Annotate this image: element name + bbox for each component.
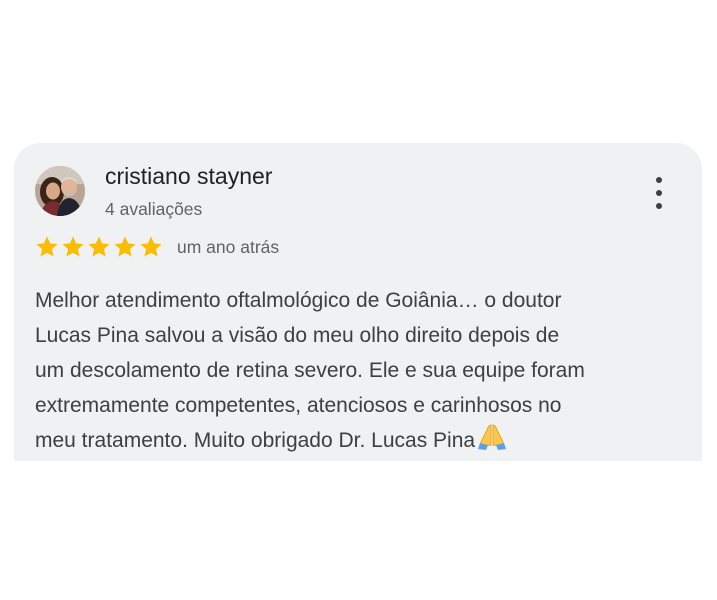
review-text-line: extremamente competentes, atenciosos e c…	[35, 394, 562, 417]
review-count: 4 avaliações	[105, 199, 203, 219]
review-text-line: Lucas Pina salvou a visão do meu olho di…	[35, 324, 560, 347]
review-text-line: um descolamento de retina severo. Ele e …	[35, 359, 585, 382]
star-icon	[139, 235, 163, 259]
review-date: um ano atrás	[177, 236, 280, 257]
review-text-line-content: meu tratamento. Muito obrigado Dr. Lucas…	[35, 429, 476, 452]
more-options-button[interactable]	[647, 173, 671, 213]
folded-hands-emoji	[476, 423, 508, 451]
more-vert-icon	[656, 203, 662, 209]
review-text-line: Melhor atendimento oftalmológico de Goiâ…	[35, 289, 562, 312]
more-vert-icon	[656, 177, 662, 183]
star-icon	[87, 235, 111, 259]
rating-stars	[35, 235, 163, 259]
star-rating: um ano atrás	[35, 235, 279, 259]
avatar[interactable]	[35, 166, 85, 216]
star-icon	[113, 235, 137, 259]
star-icon	[61, 235, 85, 259]
review-card: cristiano stayner 4 avaliações um ano at…	[14, 143, 702, 461]
more-vert-icon	[656, 190, 662, 196]
review-text-line-last: meu tratamento. Muito obrigado Dr. Lucas…	[35, 423, 685, 458]
review-text: Melhor atendimento oftalmológico de Goiâ…	[35, 283, 685, 458]
star-icon	[35, 235, 59, 259]
reviewer-name[interactable]: cristiano stayner	[105, 163, 272, 190]
